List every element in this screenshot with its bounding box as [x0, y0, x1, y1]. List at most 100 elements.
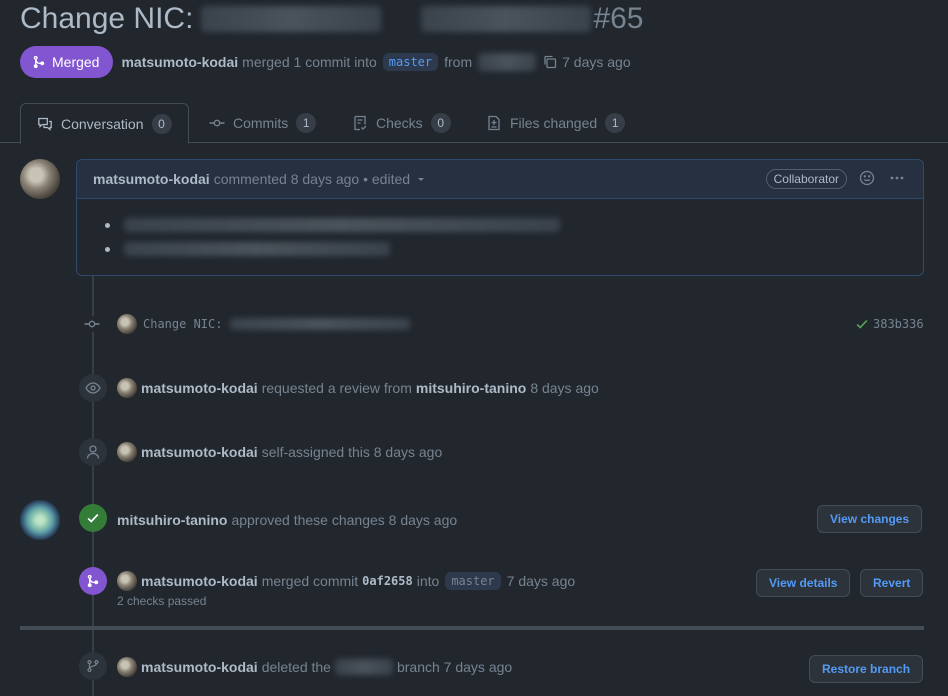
- tab-counter: 0: [151, 113, 172, 134]
- event-text: merged commit: [261, 573, 359, 589]
- redacted-commit-message: [230, 318, 411, 330]
- copy-icon[interactable]: [542, 54, 558, 70]
- view-changes-button[interactable]: View changes: [817, 505, 923, 533]
- list-item: [105, 237, 907, 261]
- redacted-title-part-2: [421, 6, 592, 32]
- avatar[interactable]: [117, 657, 137, 677]
- merge-time: 7 days ago: [562, 54, 631, 70]
- kebab-horizontal-icon[interactable]: [889, 170, 905, 186]
- git-branch-icon: [87, 659, 99, 673]
- tab-counter: 1: [605, 113, 626, 133]
- avatar[interactable]: [117, 442, 137, 462]
- review-request-badge: [79, 374, 107, 402]
- check-icon: [87, 513, 99, 523]
- tab-commits[interactable]: Commits 1: [209, 103, 317, 143]
- actor-link[interactable]: matsumoto-kodai: [141, 573, 258, 589]
- redacted-title-part-1: [201, 6, 382, 32]
- commit-status: 383b336: [855, 314, 924, 334]
- file-diff-icon: [488, 115, 500, 131]
- git-merge-icon: [87, 574, 99, 588]
- checklist-icon: [354, 115, 367, 131]
- tab-counter: 1: [296, 113, 317, 133]
- review-request-event: matsumoto-kodai requested a review from …: [117, 378, 599, 398]
- redacted-branch-name: [334, 659, 393, 675]
- into-text: into: [416, 573, 440, 589]
- pr-author-link[interactable]: matsumoto-kodai: [121, 54, 238, 70]
- pr-description-comment: matsumoto-kodai commented 8 days ago • e…: [76, 159, 924, 276]
- pr-number: #65: [593, 2, 644, 35]
- avatar[interactable]: [117, 378, 137, 398]
- branch-deleted-event: matsumoto-kodai deleted the branch 7 day…: [117, 656, 512, 678]
- merge-event: matsumoto-kodai merged commit 0af2658 in…: [117, 570, 575, 592]
- revert-button[interactable]: Revert: [860, 569, 924, 597]
- merge-commit-sha-link[interactable]: 0af2658: [362, 574, 413, 588]
- commit-event: Change NIC:: [84, 314, 411, 334]
- eye-icon: [85, 382, 101, 394]
- tab-conversation[interactable]: Conversation 0: [20, 103, 189, 144]
- event-text: self-assigned this 8 days ago: [261, 444, 443, 460]
- merged-status-badge: Merged: [20, 46, 114, 78]
- collaborator-badge: Collaborator: [765, 169, 847, 189]
- actor-link[interactable]: matsumoto-kodai: [141, 659, 258, 675]
- tab-label: Checks: [376, 115, 423, 131]
- event-text: deleted the: [261, 659, 331, 675]
- pr-title-text: Change NIC:: [20, 2, 194, 35]
- git-commit-icon: [84, 316, 100, 332]
- triangle-down-icon[interactable]: [416, 174, 426, 184]
- approved-badge: [79, 504, 107, 532]
- avatar[interactable]: [117, 314, 137, 334]
- event-time[interactable]: 7 days ago: [507, 573, 576, 589]
- self-assign-event: matsumoto-kodai self-assigned this 8 day…: [117, 442, 442, 462]
- author-avatar[interactable]: [20, 159, 60, 199]
- actor-link[interactable]: matsumoto-kodai: [141, 444, 258, 460]
- event-text: approved these changes 8 days ago: [231, 512, 458, 528]
- restore-branch-button[interactable]: Restore branch: [809, 655, 924, 683]
- person-icon: [86, 445, 100, 459]
- view-details-button[interactable]: View details: [756, 569, 851, 597]
- checks-passed-text[interactable]: 2 checks passed: [117, 594, 206, 608]
- comment-meta[interactable]: commented 8 days ago • edited: [214, 171, 410, 187]
- avatar[interactable]: [117, 571, 137, 591]
- merge-summary-text: merged 1 commit into: [242, 54, 377, 70]
- commit-sha-link[interactable]: 383b336: [873, 317, 924, 331]
- list-item: [105, 213, 907, 237]
- assign-badge: [79, 438, 107, 466]
- tab-files-changed[interactable]: Files changed 1: [486, 103, 626, 143]
- approval-event: mitsuhiro-tanino approved these changes …: [117, 510, 457, 530]
- pr-tabs: Conversation 0 Commits 1 Checks 0 Files …: [0, 103, 948, 144]
- event-time[interactable]: 8 days ago: [530, 380, 599, 396]
- merged-badge: [79, 567, 107, 595]
- comment-header: matsumoto-kodai commented 8 days ago • e…: [77, 160, 923, 199]
- pr-meta: Merged matsumoto-kodai merged 1 commit i…: [20, 46, 631, 78]
- tab-label: Files changed: [510, 115, 598, 131]
- comment-author-link[interactable]: matsumoto-kodai: [93, 171, 210, 187]
- comment-discussion-icon: [38, 117, 52, 131]
- timeline-line: [92, 276, 94, 696]
- base-branch-label[interactable]: master: [445, 572, 501, 590]
- redacted-text: [124, 218, 560, 232]
- reviewer-avatar[interactable]: [20, 500, 60, 540]
- redacted-text: [124, 242, 390, 256]
- git-commit-icon: [209, 119, 225, 127]
- from-text: from: [444, 54, 473, 70]
- tab-checks[interactable]: Checks 0: [352, 103, 451, 143]
- event-text: requested a review from: [261, 380, 412, 396]
- git-merge-icon: [33, 55, 45, 69]
- branch-deleted-badge: [79, 652, 107, 680]
- pr-title: Change NIC: #65: [20, 2, 644, 36]
- timeline-divider: [20, 626, 924, 630]
- actor-link[interactable]: mitsuhiro-tanino: [117, 512, 227, 528]
- tab-label: Commits: [233, 115, 289, 131]
- commit-message-link[interactable]: Change NIC:: [143, 317, 222, 331]
- comment-body: [77, 199, 923, 261]
- redacted-head-branch: [478, 53, 537, 71]
- smiley-icon[interactable]: [859, 170, 875, 186]
- merged-status-label: Merged: [52, 54, 100, 70]
- event-text-after: branch 7 days ago: [396, 659, 513, 675]
- check-icon[interactable]: [855, 317, 869, 331]
- actor-link[interactable]: matsumoto-kodai: [141, 380, 258, 396]
- reviewer-link[interactable]: mitsuhiro-tanino: [416, 380, 526, 396]
- base-branch-label[interactable]: master: [382, 53, 439, 71]
- tab-label: Conversation: [61, 115, 144, 132]
- tab-counter: 0: [430, 113, 451, 133]
